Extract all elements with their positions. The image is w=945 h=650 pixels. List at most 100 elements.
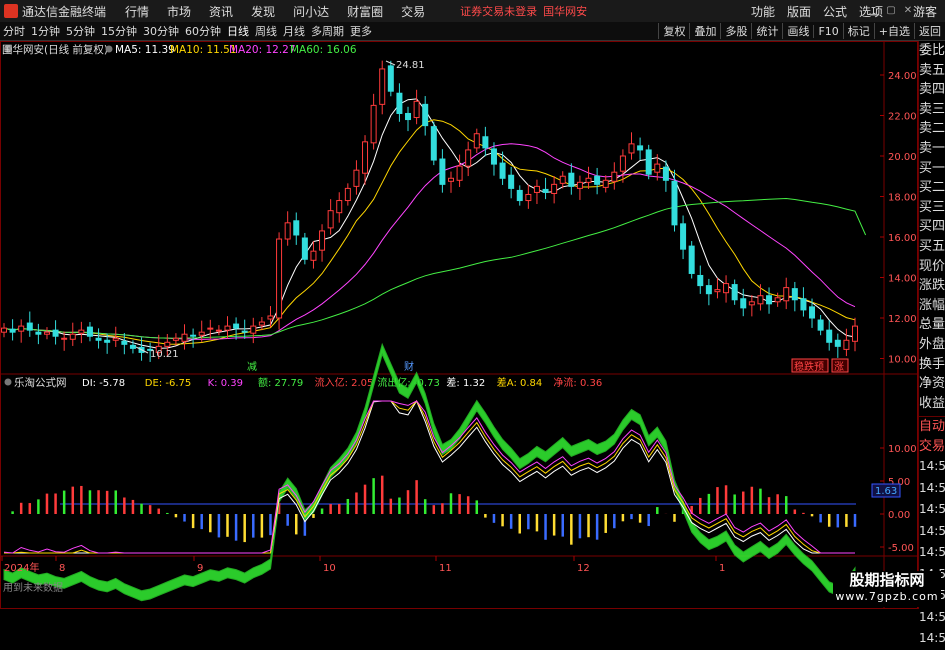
period-tab-more[interactable]: 更多: [350, 23, 372, 39]
indicator-value-8: 净流: 0.36: [553, 376, 602, 389]
candle-body: [336, 200, 343, 214]
ma-line-10: [3, 119, 856, 345]
marker-rise[interactable]: 涨: [834, 361, 844, 373]
app-logo-icon: [4, 4, 18, 18]
candle-body: [95, 337, 102, 341]
marker-steady-fall[interactable]: 稳跌预: [794, 360, 824, 373]
candle-body: [645, 149, 652, 175]
side-label-6: 买一: [919, 160, 945, 176]
candle-body: [35, 331, 42, 335]
menu-formula[interactable]: 公式: [823, 3, 847, 20]
period-tab-5min[interactable]: 5分钟: [66, 23, 95, 39]
candle-body: [576, 181, 583, 189]
candle-body: [637, 145, 644, 151]
candle-body: [628, 143, 635, 154]
guest-label[interactable]: 游客: [913, 3, 937, 20]
candle-body: [104, 339, 111, 343]
main-y-tick: 12.00: [888, 314, 917, 325]
ma5-label: MA5: 11.39: [115, 44, 175, 56]
mark-button[interactable]: 标记: [842, 23, 874, 39]
kline-chart-area[interactable]: 国华网安(日线 前复权) 国华网安(日线 前复权) MA5: 11.39 MA1…: [0, 41, 918, 609]
login-status[interactable]: 证券交易未登录: [460, 3, 537, 19]
chart-stock-title: 国华网安(日线 前复权): [2, 43, 108, 56]
period-tab-monthly[interactable]: 月线: [283, 23, 305, 39]
menu-item-news[interactable]: 资讯: [209, 3, 233, 20]
draw-button[interactable]: 画线: [782, 23, 813, 39]
candle-body: [465, 149, 472, 167]
menu-item-market[interactable]: 市场: [167, 3, 191, 20]
side-trade-0[interactable]: 自动: [919, 417, 945, 437]
menu-item-wealth[interactable]: 财富圈: [347, 3, 383, 20]
marker-reduce[interactable]: 减: [247, 361, 257, 373]
candle-body: [551, 183, 558, 194]
indicator-current-label: 1.63: [875, 486, 897, 497]
side-trade-1[interactable]: 交易: [919, 437, 945, 457]
candle-body: [791, 288, 798, 301]
candle-body: [800, 298, 807, 311]
candle-body: [705, 285, 712, 295]
candle-body: [430, 126, 437, 161]
maximize-icon[interactable]: ▢: [884, 4, 898, 17]
candle-body: [52, 329, 59, 337]
menu-item-ask[interactable]: 问小达: [293, 3, 329, 20]
candle-body: [490, 148, 497, 165]
minimize-icon[interactable]: ▁: [867, 4, 881, 17]
overlay-button[interactable]: 叠加: [689, 23, 720, 39]
candle-body: [817, 319, 824, 331]
x-axis-label: 10: [323, 563, 336, 574]
ma20-label: MA20: 12.27: [229, 44, 296, 56]
x-axis-label: 9: [197, 563, 203, 574]
side-label-16: 换手: [919, 356, 945, 372]
candle-body: [293, 220, 300, 236]
ma-line-5: [3, 98, 856, 349]
candle-body: [198, 331, 205, 336]
main-legend: 国华网安(日线 前复权) 国华网安(日线 前复权) MA5: 11.39 MA1…: [2, 43, 357, 56]
indicator-settings-icon[interactable]: [4, 378, 12, 386]
period-tab-60min[interactable]: 60分钟: [185, 23, 221, 39]
candle-body: [301, 237, 308, 260]
period-tab-daily[interactable]: 日线: [227, 23, 249, 39]
candle-body: [826, 329, 833, 343]
add-watchlist-button[interactable]: +自选: [873, 23, 914, 39]
period-tab-1min[interactable]: 1分钟: [31, 23, 60, 39]
candle-body: [611, 171, 618, 182]
menu-item-discover[interactable]: 发现: [251, 3, 275, 20]
candle-body: [499, 162, 506, 179]
candle-body: [362, 141, 369, 174]
candle-body: [533, 185, 540, 193]
stock-name-title: 国华网安: [543, 5, 588, 18]
indicator-value-7: 差A: 0.84: [497, 376, 542, 389]
menu-item-trade[interactable]: 交易: [401, 3, 425, 20]
main-y-tick: 16.00: [888, 233, 917, 244]
candle-body: [276, 238, 283, 319]
event-markers: 减 财 稳跌预 涨: [247, 358, 849, 373]
period-tab-15min[interactable]: 15分钟: [101, 23, 137, 39]
period-tab-30min[interactable]: 30分钟: [143, 23, 179, 39]
back-button[interactable]: 返回: [914, 23, 945, 39]
tick-time-8: 14:56: [919, 631, 945, 646]
multi-stock-button[interactable]: 多股: [720, 23, 751, 39]
ma-settings-icon[interactable]: [105, 45, 113, 53]
marker-finance[interactable]: 财: [404, 360, 414, 373]
menu-item-quotes[interactable]: 行情: [125, 3, 149, 20]
menu-layout[interactable]: 版面: [787, 3, 811, 20]
candle-body: [731, 284, 738, 301]
period-tab-weekly[interactable]: 周线: [255, 23, 277, 39]
fq-button[interactable]: 复权: [658, 23, 689, 39]
tick-time-4: 14:56: [919, 545, 945, 560]
period-tab-multi[interactable]: 多周期: [311, 23, 344, 39]
indicator-name: 乐淘公式网: [14, 376, 67, 389]
tick-time-0: 14:56: [919, 459, 945, 474]
candle-body: [843, 339, 850, 350]
candle-body: [723, 283, 730, 294]
menu-function[interactable]: 功能: [751, 3, 775, 20]
side-label-0: 委比: [919, 43, 945, 58]
f10-button[interactable]: F10: [813, 24, 842, 38]
candlestick-series: [1, 60, 858, 362]
candle-body: [783, 287, 790, 302]
x-axis-label: 12: [577, 563, 590, 574]
stats-button[interactable]: 统计: [751, 23, 782, 39]
candle-body: [654, 163, 661, 173]
candle-body: [697, 274, 704, 287]
period-tab-intraday[interactable]: 分时: [3, 23, 25, 39]
